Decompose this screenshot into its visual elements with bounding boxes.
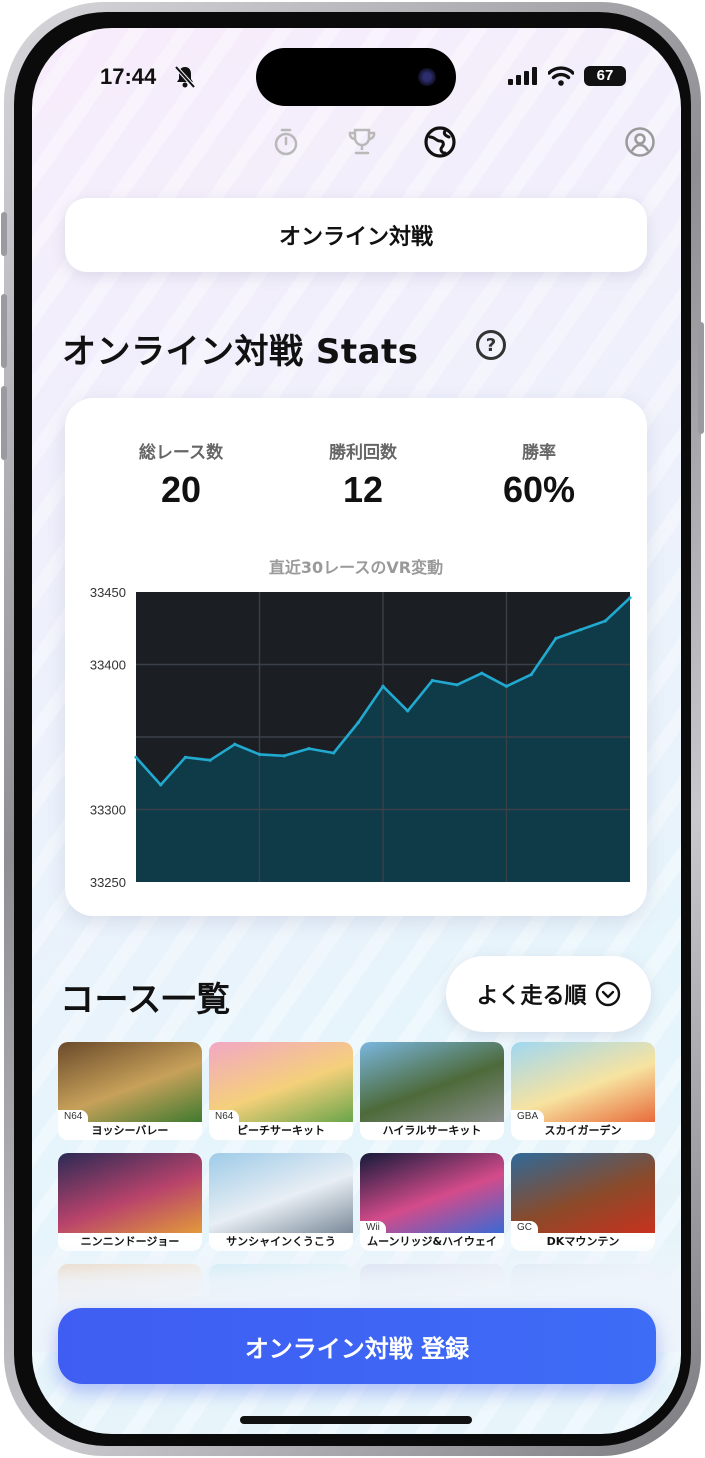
chart-point: [307, 747, 311, 751]
profile-icon[interactable]: [622, 124, 658, 160]
phone-frame: 17:44 67 オンライン対戦 オンライン対戦 Stats ? 総レース数 2…: [1, 2, 704, 1456]
course-name: ハイラルサーキット: [360, 1122, 504, 1140]
chart-point: [332, 751, 336, 755]
screen: 17:44 67 オンライン対戦 オンライン対戦 Stats ? 総レース数 2…: [32, 28, 681, 1434]
stats-section-title: オンライン対戦 Stats: [62, 332, 419, 372]
side-button: [698, 322, 704, 434]
chart-point: [529, 673, 533, 677]
course-name: スカイガーデン: [511, 1122, 655, 1140]
chart-point: [603, 619, 607, 623]
course-tile[interactable]: GBA スカイガーデン: [511, 1042, 655, 1140]
stat-label: 勝利回数: [329, 443, 397, 463]
chart-point: [455, 683, 459, 687]
chart-point: [480, 671, 484, 675]
chart-y-tick-label: 33400: [90, 658, 126, 673]
sort-label: よく走る順: [476, 984, 587, 1009]
chart-point: [430, 678, 434, 683]
help-icon[interactable]: ?: [476, 330, 506, 360]
chart-point: [406, 709, 410, 713]
chevron-down-icon: [595, 981, 620, 1007]
status-right: 67: [508, 66, 626, 86]
stopwatch-icon[interactable]: [268, 124, 304, 160]
camera-icon: [418, 68, 436, 86]
course-tile[interactable]: サンシャインくうこう: [209, 1153, 353, 1251]
register-online-battle-button[interactable]: オンライン対戦 登録: [58, 1308, 656, 1384]
action-button: [1, 212, 7, 256]
dynamic-island: [256, 48, 456, 106]
stat-value: 20: [160, 469, 202, 510]
chart-point: [628, 596, 632, 600]
chart-point: [183, 755, 187, 759]
stat-label: 勝率: [522, 443, 556, 463]
chart-point: [579, 628, 583, 632]
chart-title: 直近30レースのVR変動: [268, 558, 444, 577]
course-thumbnail: [58, 1153, 202, 1233]
signal-icon: [508, 67, 537, 85]
chart-point: [257, 752, 262, 756]
course-thumbnail: [209, 1153, 353, 1233]
chart-point: [356, 720, 360, 725]
course-name: ヨッシーバレー: [58, 1122, 202, 1140]
chart-y-tick-label: 33450: [90, 585, 126, 600]
chart-y-tick-label: 33300: [90, 803, 126, 818]
stat-value: 12: [342, 469, 384, 510]
stat-value: 60%: [502, 469, 576, 510]
stat-wins: 勝利回数 12: [273, 438, 453, 511]
home-indicator: [240, 1416, 472, 1424]
top-nav: [32, 124, 681, 164]
course-name: ピーチサーキット: [209, 1122, 353, 1140]
course-thumbnail: [360, 1042, 504, 1122]
courses-section-title: コース一覧: [60, 980, 231, 1020]
course-tile[interactable]: GCDKマウンテン: [511, 1153, 655, 1251]
chart-point: [504, 684, 509, 688]
chart-point: [233, 742, 237, 746]
stat-label: 総レース数: [138, 443, 224, 463]
chart-point: [208, 758, 212, 762]
online-globe-icon[interactable]: [422, 124, 458, 160]
wifi-icon: [548, 66, 574, 86]
chart-point: [282, 754, 286, 758]
chart-point: [554, 636, 558, 640]
vr-chart: 33450 33400 33300 33250: [90, 585, 632, 890]
trophy-icon[interactable]: [344, 124, 380, 160]
course-tile[interactable]: ハイラルサーキット: [360, 1042, 504, 1140]
stat-win-rate: 勝率 60%: [449, 438, 629, 511]
course-tile[interactable]: N64 ヨッシーバレー: [58, 1042, 202, 1140]
sort-dropdown[interactable]: よく走る順: [446, 956, 651, 1032]
battery-icon: 67: [584, 66, 626, 86]
bell-slash-icon: [174, 65, 196, 93]
status-time: 17:44: [100, 64, 157, 89]
course-tile[interactable]: ニンニンドージョー: [58, 1153, 202, 1251]
volume-up-button: [1, 294, 7, 368]
chart-y-tick-label: 33250: [90, 875, 126, 890]
volume-down-button: [1, 386, 7, 460]
course-tile[interactable]: Wiiムーンリッジ&ハイウェイ: [360, 1153, 504, 1251]
chart-point: [159, 783, 163, 787]
tab-online-battle[interactable]: オンライン対戦: [65, 198, 647, 272]
chart-point: [381, 684, 385, 688]
course-tile[interactable]: N64 ピーチサーキット: [209, 1042, 353, 1140]
chart-point: [134, 755, 138, 759]
stats-card: 総レース数 20 勝利回数 12 勝率 60% 直近30レースのVR変動 334…: [65, 398, 647, 916]
stat-total-races: 総レース数 20: [91, 438, 271, 511]
